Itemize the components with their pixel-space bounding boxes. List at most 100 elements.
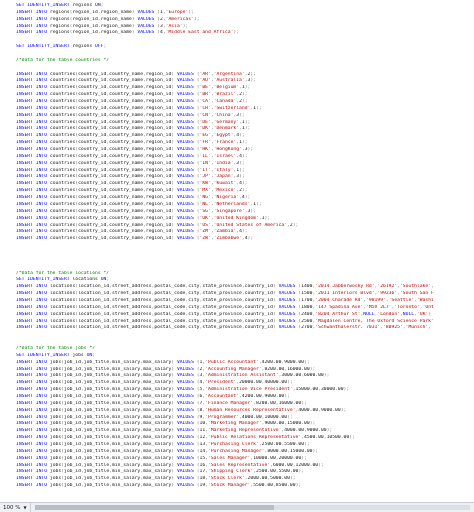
code-token: min_salary (112, 407, 141, 413)
code-token: 20000.00 (239, 380, 262, 386)
code-token: countries (49, 119, 76, 125)
code-token: 'Australia' (213, 78, 245, 84)
code-token: ); (241, 153, 248, 159)
code-token: 8000.00 (267, 448, 288, 454)
code-token: VALUES (176, 387, 197, 393)
code-token: max_salary (143, 455, 172, 461)
code-token: country_name (109, 188, 144, 194)
code-token: region_id (145, 174, 172, 180)
code-token: job_id (64, 421, 81, 427)
horizontal-scrollbar[interactable] (34, 505, 470, 510)
code-token: ) (428, 311, 432, 317)
code-token: country_id (78, 71, 107, 77)
code-token: state_province (202, 297, 242, 303)
code-line: INSERT INTO jobs(job_id,job_title,min_sa… (16, 380, 474, 387)
code-token: 8200.00 (264, 366, 285, 372)
code-token: 1700 (301, 297, 313, 303)
scrollbar-thumb[interactable] (34, 505, 275, 510)
code-token: region_id (145, 167, 172, 173)
code-token: country_id (78, 229, 107, 235)
code-token: 4500.00 (304, 435, 324, 441)
code-token: INSERT INTO (16, 448, 50, 454)
code-token: region_id (145, 119, 172, 125)
code-token: region_id (72, 9, 98, 15)
code-token: VALUES (137, 9, 158, 15)
code-token: job_id (64, 483, 81, 489)
code-token: 'London' (377, 311, 400, 317)
code-token: INSERT INTO (16, 105, 50, 111)
code-line: INSERT INTO jobs(job_id,job_title,min_sa… (16, 428, 474, 435)
code-token: INSERT INTO (16, 435, 50, 441)
code-token: countries (49, 99, 76, 105)
code-token: 'Zambia' (213, 229, 237, 235)
code-token: INSERT INTO (16, 428, 50, 434)
code-token: 8200.00 (256, 400, 276, 406)
code-token: min_salary (112, 476, 141, 482)
code-token: ); (247, 147, 254, 153)
code-token: min_salary (112, 469, 141, 475)
code-token: country_name (109, 99, 144, 105)
code-token: min_salary (112, 373, 141, 379)
code-line: SET IDENTITY_INSERT regions OFF; (16, 44, 474, 51)
code-token: 'Canada' (213, 99, 237, 105)
code-token: 2500.00 (256, 469, 276, 475)
code-token: country_id (78, 140, 107, 146)
code-lines: SET IDENTITY_INSERT regions ON; INSERT IN… (16, 3, 474, 490)
code-token: min_salary (112, 462, 141, 468)
code-token: ); (239, 160, 245, 166)
code-token: 'Sales Manager' (208, 455, 251, 461)
sql-editor[interactable]: SET IDENTITY_INSERT regions ON; INSERT IN… (0, 0, 474, 502)
code-token: location_id (78, 304, 110, 310)
code-token: locations (49, 291, 76, 297)
code-token: '80925' (383, 325, 403, 331)
code-token: 4000.00 (298, 407, 319, 413)
code-token: country_name (109, 126, 144, 132)
code-token: ); (326, 428, 333, 434)
code-token: 'Seattle' (388, 297, 415, 303)
code-token: countries (49, 78, 76, 84)
code-token: 'Israel' (213, 153, 237, 159)
code-line: INSERT INTO countries(country_id,country… (16, 140, 474, 147)
code-token: state_province (202, 284, 242, 290)
code-token: region_id (145, 229, 172, 235)
code-token: INSERT INTO (16, 462, 50, 468)
code-token: country_id (78, 201, 107, 207)
code-token: jobs (49, 387, 62, 393)
code-token: country_name (109, 119, 144, 125)
code-token: countries (49, 160, 76, 166)
code-token: jobs (49, 483, 62, 489)
code-line: INSERT INTO countries(country_id,country… (16, 209, 474, 216)
code-token: 'China' (213, 112, 234, 118)
code-token: job_id (64, 469, 81, 475)
code-line: INSERT INTO countries(country_id,country… (16, 92, 474, 99)
code-token: VALUES (176, 126, 197, 132)
code-token: countries (49, 112, 76, 118)
code-token: '2011 Interiors Blvd' (315, 291, 375, 297)
code-token: 15000.00 (287, 421, 310, 427)
code-token: jobs (49, 407, 62, 413)
zoom-level: 100 % (3, 504, 21, 511)
code-token: jobs (49, 366, 62, 372)
code-token: 'United States of America' (213, 222, 288, 228)
code-line: INSERT INTO jobs(job_id,job_title,min_sa… (16, 367, 474, 374)
code-token: min_salary (112, 400, 141, 406)
code-token: INSERT INTO (16, 92, 50, 98)
code-token: 'Programmer' (205, 414, 240, 420)
code-token: INSERT INTO (16, 208, 50, 214)
code-token: city (188, 297, 200, 303)
code-token: '147 Spadina Ave' (315, 304, 364, 310)
code-token: region_id (145, 160, 172, 166)
code-token: INSERT INTO (16, 236, 50, 242)
code-token: INSERT INTO (16, 414, 50, 420)
code-token: 'HongKong' (213, 147, 242, 153)
code-token: INSERT INTO (16, 78, 50, 84)
code-token: country_id (78, 160, 107, 166)
code-token: INSERT INTO (16, 126, 50, 132)
code-token: country_name (109, 92, 144, 98)
code-token: country_name (109, 71, 144, 77)
code-token: country_name (109, 215, 144, 221)
code-line: INSERT INTO jobs(job_id,job_title,min_sa… (16, 401, 474, 408)
code-token: ); (312, 448, 319, 454)
